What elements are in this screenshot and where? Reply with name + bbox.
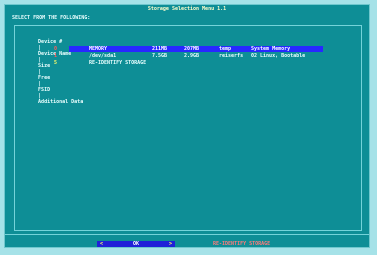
table-row-sda1[interactable]: /dev/sda1 7.5GB 2.9GB reiserfs 02 Linux,… <box>69 53 323 59</box>
device-name: /dev/sda1 <box>89 53 117 59</box>
device-size: 7.5GB <box>152 53 168 59</box>
ok-button[interactable]: < OK > <box>97 241 175 247</box>
row-number-memory: 0 <box>54 46 58 52</box>
header-device-number: Device # <box>38 39 63 45</box>
device-name: MEMORY <box>89 46 108 52</box>
device-fsid: temp <box>219 46 232 52</box>
table-row-memory[interactable]: MEMORY 211MB 207MB temp System Memory <box>69 46 323 52</box>
device-free: 207MB <box>184 46 200 52</box>
reidentify-storage-button[interactable]: RE-IDENTIFY STORAGE <box>213 241 270 247</box>
left-bracket-icon: < <box>100 241 104 247</box>
table-row-reidentify-storage[interactable]: RE-IDENTIFY STORAGE <box>69 60 323 66</box>
row-number-sda1: 1 <box>54 53 58 59</box>
reidentify-storage-label: RE-IDENTIFY STORAGE <box>89 60 147 66</box>
device-fsid: reiserfs <box>219 53 244 59</box>
device-free: 2.9GB <box>184 53 200 59</box>
device-additional-data: 02 Linux, Bootable <box>251 53 306 59</box>
ok-label: OK <box>132 241 140 247</box>
header-additional-data: Additional Data <box>38 99 84 105</box>
storage-selection-window: Storage Selection Menu 1.1 SELECT FROM T… <box>4 4 370 248</box>
window-title: Storage Selection Menu 1.1 <box>147 6 227 12</box>
footer-divider <box>5 234 369 235</box>
row-number-reidentify: 5 <box>54 60 58 66</box>
device-additional-data: System Memory <box>251 46 291 52</box>
table-header: Device # | Device Name | Size | Free | F… <box>26 33 83 105</box>
device-size: 211MB <box>152 46 168 52</box>
select-prompt: SELECT FROM THE FOLLOWING: <box>12 15 91 21</box>
right-bracket-icon: > <box>168 241 172 247</box>
